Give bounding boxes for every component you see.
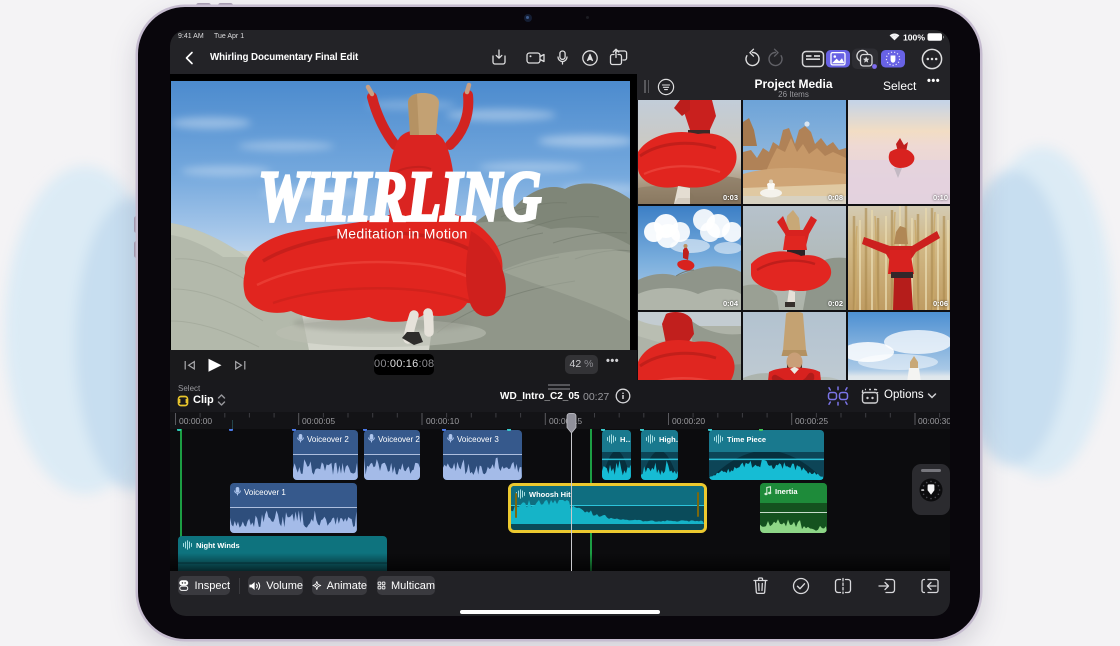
svg-text:100%: 100% bbox=[903, 32, 925, 42]
svg-text:Meditation in Motion: Meditation in Motion bbox=[336, 226, 467, 242]
svg-text:WHIRLING: WHIRLING bbox=[259, 157, 542, 236]
